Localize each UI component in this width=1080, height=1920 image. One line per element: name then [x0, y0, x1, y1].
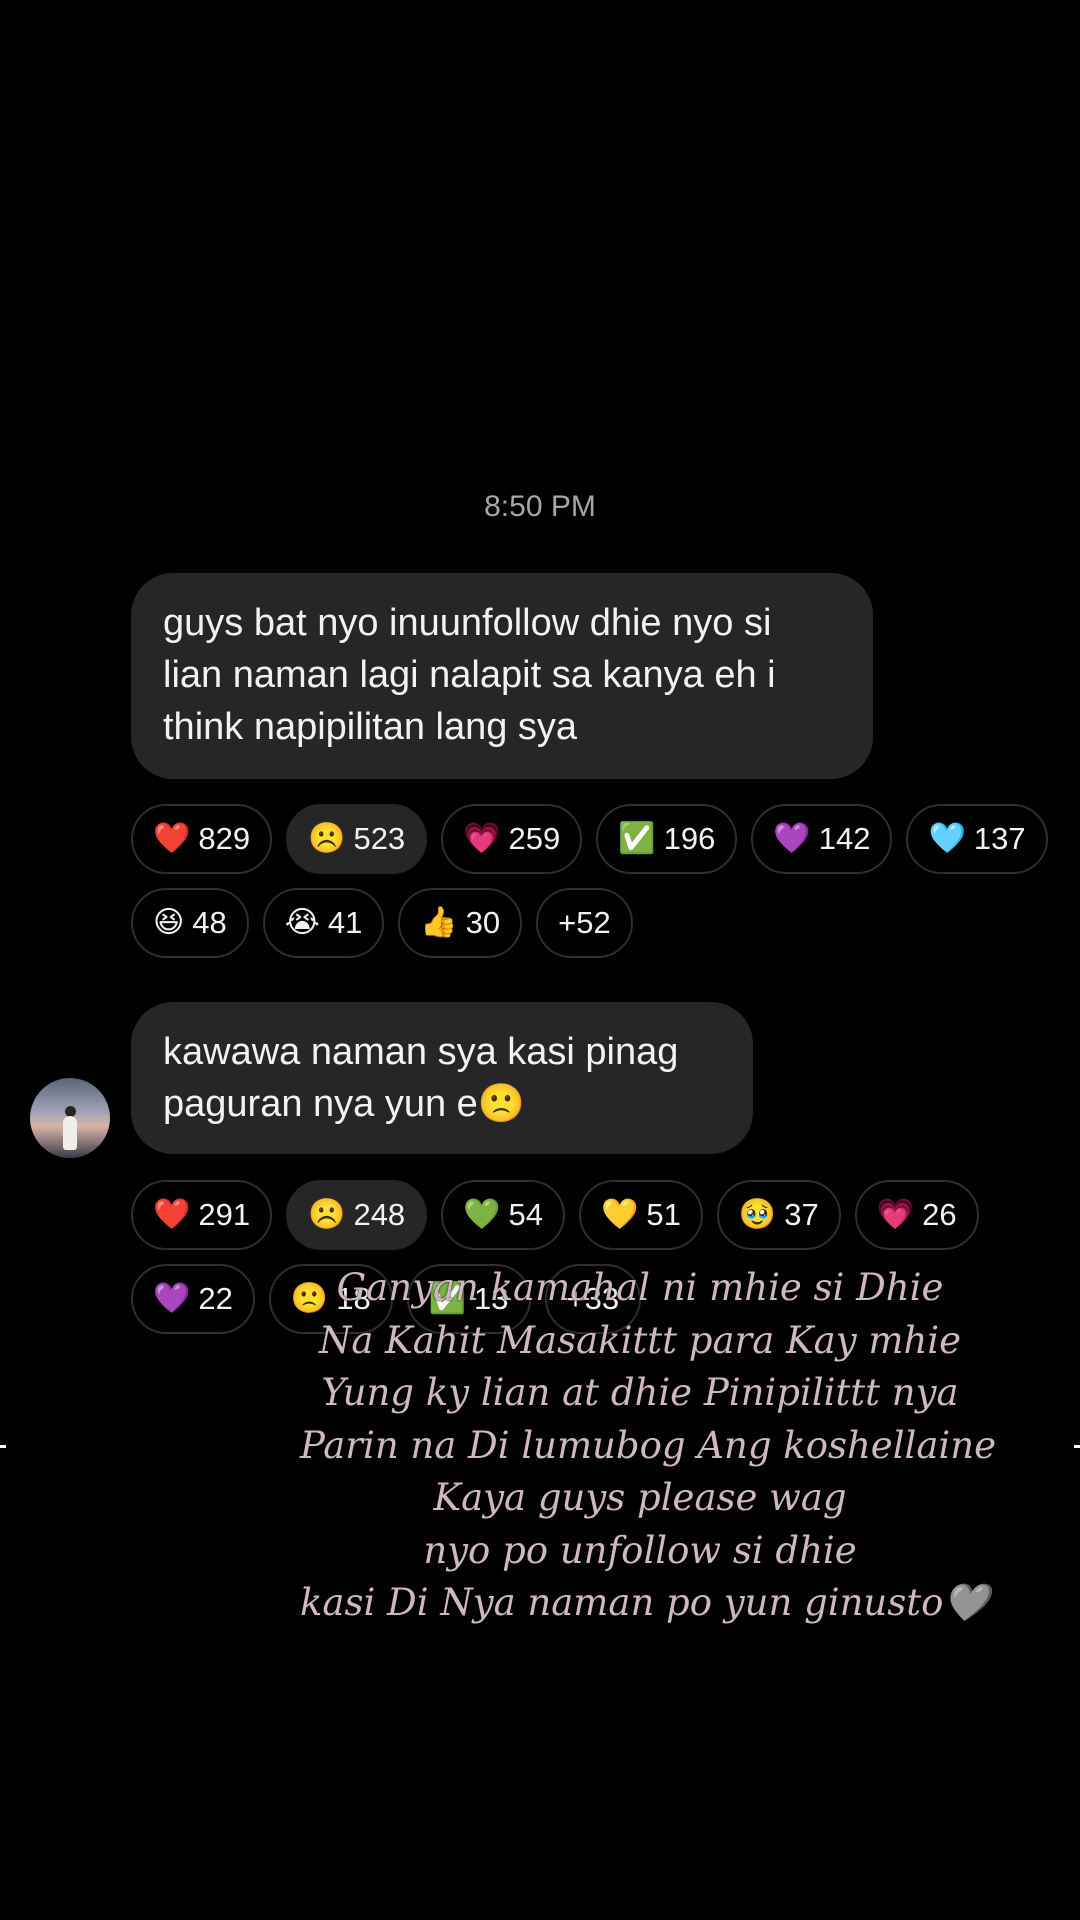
reaction-count: 829 [198, 821, 251, 856]
green-heart-icon: 💚 [463, 1198, 501, 1231]
caption-line: Ganyan kamahal ni mhie si Dhie [336, 1266, 944, 1309]
reaction-row: ❤️ 291 ☹️ 248 💚 54 💛 51 🥹 37 💗 26 [131, 1180, 979, 1250]
avatar[interactable] [30, 1078, 110, 1158]
caption-line: Kaya guys please wag [433, 1476, 847, 1519]
reaction-count: 196 [663, 821, 716, 856]
message-text-line: guys bat nyo inuunfollow dhie nyo si [163, 602, 772, 644]
reaction-count: 37 [784, 1197, 819, 1232]
reaction-chip[interactable]: 💗 259 [441, 804, 583, 874]
reaction-chip[interactable]: 🩵 137 [906, 804, 1048, 874]
reaction-count: 48 [192, 905, 227, 940]
reaction-chip[interactable]: ❤️ 291 [131, 1180, 273, 1250]
message-text-line: lian naman lagi nalapit sa kanya eh i [163, 654, 776, 696]
reaction-row: ❤️ 829 ☹️ 523 💗 259 ✅ 196 💜 142 🩵 137 [131, 804, 1048, 874]
reaction-chip[interactable]: 👍 30 [398, 888, 523, 958]
message-text-line: kawawa naman sya kasi pinag [163, 1031, 679, 1073]
crying-face-icon: 😭 [284, 906, 320, 939]
reaction-chip[interactable]: 💗 26 [854, 1180, 979, 1250]
reaction-chip[interactable]: 😆 48 [131, 888, 249, 958]
red-heart-icon: ❤️ [153, 822, 191, 855]
reaction-chip[interactable]: 💚 54 [441, 1180, 566, 1250]
more-reactions-count: +52 [558, 905, 611, 940]
reaction-row: 😆 48 😭 41 👍 30 +52 [131, 888, 633, 958]
reaction-count: 30 [465, 905, 501, 940]
reaction-chip[interactable]: 😭 41 [262, 888, 385, 958]
reaction-count: 248 [353, 1197, 406, 1232]
message-text-line: think napipilitan lang sya [163, 706, 578, 748]
more-reactions-chip[interactable]: +52 [536, 888, 633, 958]
message-timestamp: 8:50 PM [484, 490, 596, 523]
reaction-count: 142 [818, 821, 871, 856]
pink-heart-icon: 💗 [876, 1198, 915, 1231]
reaction-chip-selected[interactable]: ☹️ 248 [286, 1180, 428, 1250]
reaction-count: 137 [973, 821, 1026, 856]
reaction-chip[interactable]: 💛 51 [579, 1180, 703, 1250]
reaction-count: 523 [353, 821, 406, 856]
caption-line: kasi Di Nya naman po yun ginusto🩶 [300, 1581, 990, 1624]
pleading-face-icon: 🥹 [738, 1198, 777, 1231]
reaction-count: 41 [327, 905, 363, 940]
laughing-face-icon: 😆 [153, 906, 185, 939]
reaction-chip[interactable]: 🥹 37 [716, 1180, 841, 1250]
reaction-chip[interactable]: 💜 142 [751, 804, 893, 874]
message-text-line: paguran nya yun e🙁 [163, 1083, 526, 1125]
yellow-heart-icon: 💛 [601, 1198, 639, 1231]
reaction-count: 259 [508, 821, 561, 856]
reaction-count: 54 [508, 1197, 544, 1232]
caption-line: Na Kahit Masakittt para Kay mhie [318, 1318, 962, 1362]
caption-line: nyo po unfollow si dhie [423, 1528, 857, 1572]
light-blue-heart-icon: 🩵 [928, 822, 966, 855]
check-mark-icon: ✅ [618, 822, 656, 855]
reaction-count: 22 [198, 1281, 233, 1316]
reaction-chip-selected[interactable]: ☹️ 523 [286, 804, 428, 874]
reaction-count: 26 [922, 1197, 957, 1232]
story-caption: Ganyan kamahal ni mhie si Dhie Na Kahit … [300, 1262, 996, 1630]
reaction-chip[interactable]: ❤️ 829 [131, 804, 273, 874]
frowning-face-icon: ☹️ [308, 822, 346, 855]
thumbs-up-icon: 👍 [420, 906, 458, 939]
red-heart-icon: ❤️ [153, 1198, 191, 1231]
caption-line: Yung ky lian at dhie Pinipilittt nya [321, 1371, 959, 1414]
pink-heart-icon: 💗 [463, 822, 501, 855]
reaction-count: 51 [646, 1197, 681, 1232]
caption-line: Parin na Di lumubog Ang koshellaine [300, 1423, 996, 1467]
frowning-face-icon: ☹️ [308, 1198, 346, 1231]
reaction-chip[interactable]: 💜 22 [131, 1264, 255, 1334]
reaction-count: 291 [198, 1197, 251, 1232]
message-bubble[interactable]: guys bat nyo inuunfollow dhie nyo si lia… [131, 573, 873, 779]
purple-heart-icon: 💜 [153, 1282, 191, 1315]
purple-heart-icon: 💜 [773, 822, 811, 855]
reaction-chip[interactable]: ✅ 196 [596, 804, 738, 874]
message-bubble[interactable]: kawawa naman sya kasi pinag paguran nya … [131, 1002, 753, 1154]
